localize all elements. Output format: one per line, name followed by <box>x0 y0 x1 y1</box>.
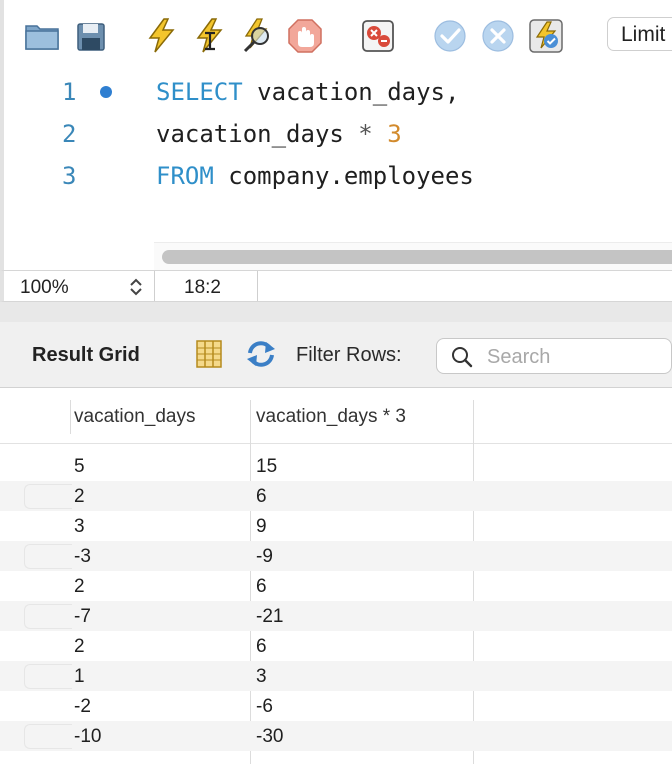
column-divider <box>70 400 71 434</box>
code-text: vacation_days <box>156 120 359 148</box>
sql-number: 3 <box>387 120 402 148</box>
execute-current-icon[interactable] <box>192 16 228 54</box>
status-divider <box>154 271 155 301</box>
row-selector[interactable] <box>24 484 72 509</box>
stop-icon[interactable] <box>287 16 323 54</box>
column-header-row: vacation_days vacation_days * 3 <box>0 388 672 444</box>
toggle-error-icon[interactable] <box>360 16 396 54</box>
table-cell[interactable]: -30 <box>256 726 283 748</box>
code-line-1[interactable]: SELECT vacation_days, <box>156 78 459 106</box>
column-header[interactable]: vacation_days <box>74 406 195 428</box>
row-selector[interactable] <box>24 724 72 749</box>
explain-icon[interactable] <box>240 16 276 54</box>
table-cell[interactable]: -2 <box>74 696 91 718</box>
table-cell[interactable]: 15 <box>256 456 277 478</box>
table-cell[interactable]: 9 <box>256 516 267 538</box>
table-cell[interactable]: -21 <box>256 606 283 628</box>
sql-operator: * <box>358 120 373 148</box>
table-row[interactable]: -2 -6 <box>0 691 672 721</box>
table-cell[interactable]: 3 <box>74 516 85 538</box>
table-cell[interactable]: -3 <box>74 546 91 568</box>
save-icon[interactable] <box>74 16 110 54</box>
toolbar: Limit <box>0 0 672 70</box>
code-text: vacation_days, <box>242 78 460 106</box>
status-divider <box>257 271 258 301</box>
pane-splitter[interactable] <box>0 302 672 322</box>
autocommit-icon[interactable] <box>528 16 564 54</box>
table-cell[interactable]: -7 <box>74 606 91 628</box>
limit-rows-select[interactable]: Limit <box>607 17 672 51</box>
editor-status-bar: 100% 18:2 <box>0 270 672 302</box>
filter-search-box[interactable] <box>436 338 672 374</box>
line-number-gutter: 1 2 3 <box>8 70 154 270</box>
execute-icon[interactable] <box>144 16 180 54</box>
horizontal-scrollbar-thumb[interactable] <box>162 250 672 264</box>
filter-rows-label: Filter Rows: <box>296 344 402 366</box>
table-row[interactable]: -7 -21 <box>0 601 672 631</box>
result-grid-title[interactable]: Result Grid <box>32 344 140 367</box>
code-line-3[interactable]: FROM company.employees <box>156 162 474 190</box>
sql-editor[interactable]: 1 2 3 SELECT vacation_days, vacation_day… <box>0 70 672 270</box>
rollback-icon[interactable] <box>480 16 516 54</box>
row-selector[interactable] <box>24 604 72 629</box>
table-row[interactable]: 39 <box>0 511 672 541</box>
sql-keyword: FROM <box>156 162 214 190</box>
line-number: 3 <box>62 162 77 190</box>
table-cell[interactable]: 3 <box>256 666 267 688</box>
table-cell[interactable]: 6 <box>256 486 267 508</box>
row-selector[interactable] <box>24 544 72 569</box>
column-header[interactable]: vacation_days * 3 <box>256 406 406 428</box>
search-input[interactable] <box>487 343 667 371</box>
table-cell[interactable]: -9 <box>256 546 273 568</box>
table-cell[interactable]: -6 <box>256 696 273 718</box>
search-icon <box>452 347 473 368</box>
result-grid: vacation_days vacation_days * 3 5 15 2 6 3 9-… <box>0 388 672 764</box>
table-row[interactable]: 26 <box>0 631 672 661</box>
zoom-level[interactable]: 100% <box>20 277 69 299</box>
statement-marker-icon <box>100 86 112 98</box>
table-cell[interactable]: 1 <box>74 666 85 688</box>
table-cell[interactable]: 2 <box>74 486 85 508</box>
table-row[interactable]: -3 -9 <box>0 541 672 571</box>
grid-columns-icon[interactable] <box>194 338 224 370</box>
table-cell[interactable]: 6 <box>256 576 267 598</box>
code-text: company.employees <box>213 162 474 190</box>
row-selector[interactable] <box>24 664 72 689</box>
table-row[interactable]: 13 <box>0 661 672 691</box>
table-row[interactable]: 26 <box>0 571 672 601</box>
table-row[interactable]: 5 15 <box>0 451 672 481</box>
table-cell[interactable]: 2 <box>74 636 85 658</box>
line-number: 2 <box>62 120 77 148</box>
line-number: 1 <box>62 78 77 106</box>
cursor-position: 18:2 <box>184 277 221 298</box>
commit-icon[interactable] <box>432 16 468 54</box>
open-folder-icon[interactable] <box>24 16 60 54</box>
table-cell[interactable]: 6 <box>256 636 267 658</box>
table-cell[interactable]: -10 <box>74 726 101 748</box>
refresh-icon[interactable] <box>244 339 278 369</box>
code-line-2[interactable]: vacation_days * 3 <box>156 120 402 148</box>
limit-label: Limit <box>621 23 666 46</box>
table-row[interactable]: -10 -30 <box>0 721 672 751</box>
result-toolbar: Result Grid Filter Rows: <box>0 322 672 388</box>
table-row[interactable]: 26 <box>0 481 672 511</box>
table-cell[interactable]: 2 <box>74 576 85 598</box>
table-cell[interactable]: 5 <box>74 456 85 478</box>
sql-keyword: SELECT <box>156 78 243 106</box>
zoom-stepper-icon[interactable] <box>126 276 146 298</box>
